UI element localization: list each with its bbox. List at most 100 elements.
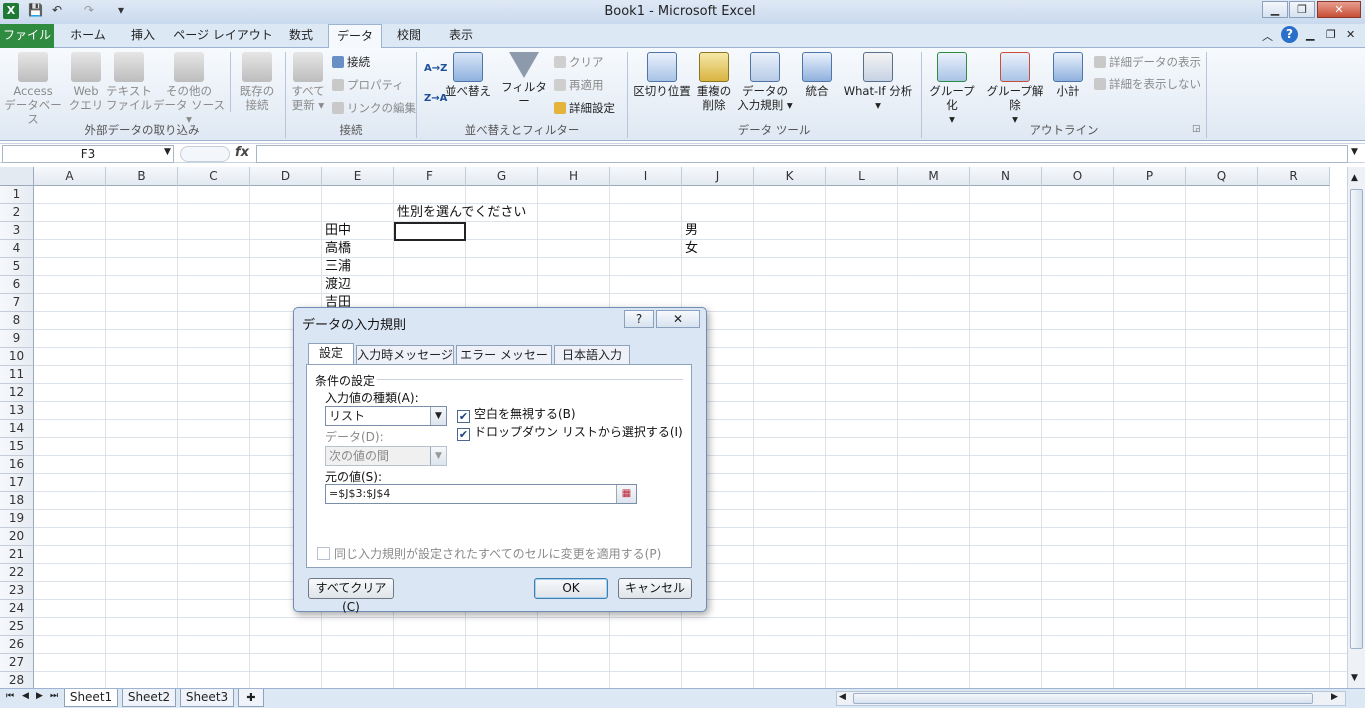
column-header-o[interactable]: O	[1042, 167, 1114, 186]
horizontal-scroll-thumb[interactable]	[853, 693, 1313, 704]
column-header-h[interactable]: H	[538, 167, 610, 186]
column-header-e[interactable]: E	[322, 167, 394, 186]
tab-review[interactable]: 校閲	[388, 24, 430, 48]
expand-formula-bar-icon[interactable]: ▼	[1351, 147, 1358, 157]
column-header-c[interactable]: C	[178, 167, 250, 186]
ribbon-minimize-icon[interactable]: ︿	[1262, 28, 1273, 44]
cell-e4[interactable]: 高橋	[325, 240, 351, 258]
insert-function-icon[interactable]: fx	[235, 145, 249, 160]
remove-duplicates-button[interactable]: 重複の 削除	[694, 52, 734, 112]
row-header-14[interactable]: 14	[0, 420, 34, 438]
group-button[interactable]: グループ化 ▾	[924, 52, 980, 126]
connections-button[interactable]: 接続	[332, 55, 370, 69]
consolidate-button[interactable]: 統合	[798, 52, 836, 98]
sheet-tab-sheet1[interactable]: Sheet1	[64, 689, 118, 707]
clear-filter-button[interactable]: クリア	[554, 55, 604, 69]
column-header-l[interactable]: L	[826, 167, 898, 186]
chevron-down-icon[interactable]: ▼	[430, 407, 446, 425]
advanced-filter-button[interactable]: 詳細設定	[554, 101, 615, 115]
tab-view[interactable]: 表示	[438, 24, 484, 48]
scroll-up-arrow-icon[interactable]: ▲	[1351, 173, 1358, 183]
workbook-restore-icon[interactable]: ❐	[1326, 28, 1336, 41]
text-to-columns-button[interactable]: 区切り位置	[632, 52, 692, 98]
hide-detail-button[interactable]: 詳細を表示しない	[1094, 77, 1201, 91]
row-header-28[interactable]: 28	[0, 672, 34, 688]
dialog-tab-ime[interactable]: 日本語入力	[554, 345, 630, 365]
row-header-21[interactable]: 21	[0, 546, 34, 564]
vertical-scroll-thumb[interactable]	[1350, 189, 1363, 649]
row-header-17[interactable]: 17	[0, 474, 34, 492]
last-sheet-icon[interactable]: ⏭	[50, 691, 58, 701]
tab-file[interactable]: ファイル	[0, 24, 54, 48]
row-header-8[interactable]: 8	[0, 312, 34, 330]
formula-input[interactable]	[256, 145, 1348, 163]
cell-f2[interactable]: 性別を選んでください	[397, 204, 526, 222]
row-header-10[interactable]: 10	[0, 348, 34, 366]
column-header-g[interactable]: G	[466, 167, 538, 186]
row-header-22[interactable]: 22	[0, 564, 34, 582]
properties-button[interactable]: プロパティ	[332, 78, 404, 92]
select-all-corner[interactable]	[0, 167, 34, 186]
dialog-tab-input-message[interactable]: 入力時メッセージ	[356, 345, 454, 365]
row-header-18[interactable]: 18	[0, 492, 34, 510]
row-header-19[interactable]: 19	[0, 510, 34, 528]
access-database-button[interactable]: Access データベース	[2, 52, 64, 126]
name-box[interactable]: F3	[2, 145, 174, 163]
column-header-b[interactable]: B	[106, 167, 178, 186]
column-header-m[interactable]: M	[898, 167, 970, 186]
clear-all-button[interactable]: すべてクリア(C)	[308, 578, 394, 614]
column-header-d[interactable]: D	[250, 167, 322, 186]
scroll-left-arrow-icon[interactable]: ◀	[839, 692, 846, 702]
ungroup-button[interactable]: グループ解除 ▾	[982, 52, 1048, 126]
redo-icon[interactable]: ↷	[84, 3, 94, 17]
ignore-blank-checkbox[interactable]: ✔ 空白を無視する(B)	[457, 405, 576, 423]
column-header-p[interactable]: P	[1114, 167, 1186, 186]
cell-j4[interactable]: 女	[685, 240, 698, 258]
row-header-23[interactable]: 23	[0, 582, 34, 600]
tab-formulas[interactable]: 数式	[280, 24, 322, 48]
row-header-3[interactable]: 3	[0, 222, 34, 240]
row-header-20[interactable]: 20	[0, 528, 34, 546]
dialog-tab-error-message[interactable]: エラー メッセージ	[456, 345, 552, 380]
column-header-f[interactable]: F	[394, 167, 466, 186]
row-header-13[interactable]: 13	[0, 402, 34, 420]
ok-button[interactable]: OK	[534, 578, 608, 599]
cancel-button[interactable]: キャンセル	[618, 578, 692, 599]
allow-select[interactable]: リスト ▼	[325, 406, 447, 426]
help-icon[interactable]: ?	[1281, 26, 1298, 43]
row-header-5[interactable]: 5	[0, 258, 34, 276]
scroll-right-arrow-icon[interactable]: ▶	[1331, 692, 1338, 702]
text-file-button[interactable]: テキスト ファイル	[106, 52, 152, 112]
name-box-dropdown-icon[interactable]: ▼	[164, 147, 171, 157]
row-header-24[interactable]: 24	[0, 600, 34, 618]
dialog-tab-settings[interactable]: 設定	[308, 343, 354, 364]
checkmark-icon[interactable]: ✔	[457, 428, 470, 441]
show-detail-button[interactable]: 詳細データの表示	[1094, 55, 1201, 69]
first-sheet-icon[interactable]: ⏮	[6, 691, 14, 701]
workbook-close-icon[interactable]: ✕	[1346, 28, 1355, 41]
row-header-12[interactable]: 12	[0, 384, 34, 402]
minimize-button[interactable]: ▁	[1262, 1, 1288, 18]
row-header-6[interactable]: 6	[0, 276, 34, 294]
refresh-all-button[interactable]: すべて 更新 ▾	[288, 52, 328, 112]
row-header-1[interactable]: 1	[0, 186, 34, 204]
prev-sheet-icon[interactable]: ◀	[22, 691, 29, 701]
cell-j3[interactable]: 男	[685, 222, 698, 240]
column-header-n[interactable]: N	[970, 167, 1042, 186]
row-header-27[interactable]: 27	[0, 654, 34, 672]
row-header-25[interactable]: 25	[0, 618, 34, 636]
row-header-16[interactable]: 16	[0, 456, 34, 474]
column-header-q[interactable]: Q	[1186, 167, 1258, 186]
column-header-k[interactable]: K	[754, 167, 826, 186]
column-header-i[interactable]: I	[610, 167, 682, 186]
row-header-4[interactable]: 4	[0, 240, 34, 258]
cell-e3[interactable]: 田中	[325, 222, 351, 240]
undo-icon[interactable]: ↶	[52, 3, 62, 17]
source-input[interactable]: =$J$3:$J$4 ▦	[325, 484, 637, 504]
column-header-a[interactable]: A	[34, 167, 106, 186]
maximize-button[interactable]: ❐	[1289, 1, 1315, 18]
close-window-button[interactable]: ✕	[1317, 1, 1361, 18]
row-header-7[interactable]: 7	[0, 294, 34, 312]
row-header-15[interactable]: 15	[0, 438, 34, 456]
web-query-button[interactable]: Web クエリ	[66, 52, 106, 112]
